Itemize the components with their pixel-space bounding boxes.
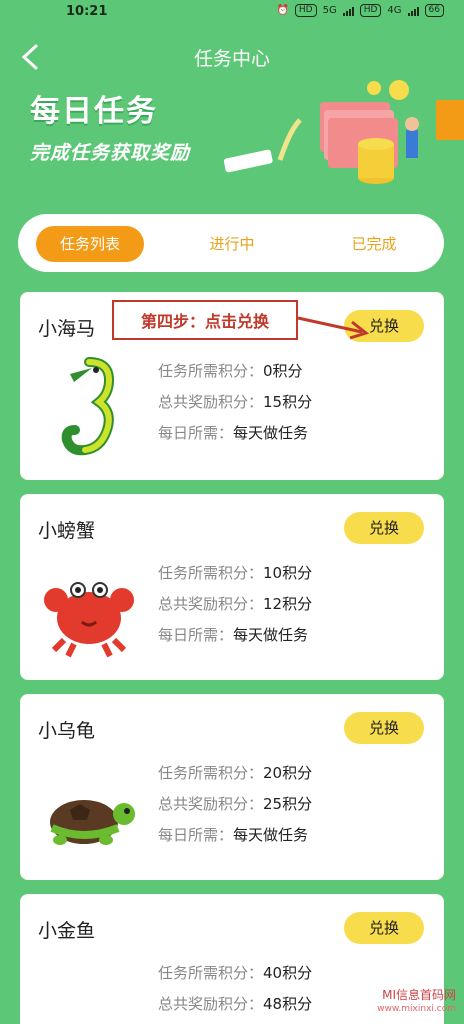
task-card: 小乌龟 兑换 任务所需积分：20积分 总共奖励积分：25积分 每日所需：每天做任… <box>20 694 444 880</box>
reward-label: 总共奖励积分： <box>158 995 264 1013</box>
reward-value: 25积分 <box>263 795 313 813</box>
battery-icon: 66 <box>424 4 444 17</box>
reward-label: 总共奖励积分： <box>158 595 264 613</box>
reward-label: 总共奖励积分： <box>158 795 264 813</box>
daily-value: 每天做任务 <box>233 424 309 442</box>
task-card: 小螃蟹 兑换 任务所需积分：10积分 总共奖励积分：12积分 每日所需：每天做任… <box>20 494 444 680</box>
task-name: 小海马 <box>38 318 96 340</box>
banner: 每日任务 完成任务获取奖励 <box>0 80 464 210</box>
crab-icon <box>44 582 134 658</box>
need-value: 20积分 <box>263 764 313 782</box>
tab-in-progress[interactable]: 进行中 <box>184 226 280 262</box>
signal-icon-2 <box>407 6 419 16</box>
daily-value: 每天做任务 <box>233 826 309 844</box>
redeem-button[interactable]: 兑换 <box>344 712 424 744</box>
redeem-button[interactable]: 兑换 <box>344 512 424 544</box>
daily-label: 每日所需： <box>158 826 234 844</box>
banner-subtitle: 完成任务获取奖励 <box>30 142 191 164</box>
step-annotation: 第四步：点击兑换 <box>112 300 298 340</box>
need-value: 40积分 <box>263 964 313 982</box>
network-5g-label: 5G <box>322 5 337 16</box>
status-bar: 10:21 ⏰ HD 5G HD 4G 66 <box>0 0 464 24</box>
need-label: 任务所需积分： <box>158 362 264 380</box>
tab-bar: 任务列表 进行中 已完成 <box>18 214 444 272</box>
tab-completed[interactable]: 已完成 <box>326 226 422 262</box>
task-name: 小金鱼 <box>38 920 96 942</box>
reward-label: 总共奖励积分： <box>158 393 264 411</box>
watermark-brand: MI信息首码网 <box>382 988 456 1002</box>
watermark: MI信息首码网 www.mixinxi.com <box>377 988 456 1016</box>
daily-label: 每日所需： <box>158 424 234 442</box>
need-value: 10积分 <box>263 564 313 582</box>
task-details: 任务所需积分：10积分 总共奖励积分：12积分 每日所需：每天做任务 <box>158 558 312 651</box>
task-details: 任务所需积分：0积分 总共奖励积分：15积分 每日所需：每天做任务 <box>158 356 312 449</box>
watermark-site: www.mixinxi.com <box>377 1004 456 1014</box>
turtle-icon <box>50 800 135 845</box>
daily-label: 每日所需： <box>158 626 234 644</box>
reward-value: 48积分 <box>263 995 313 1013</box>
banner-title: 每日任务 <box>30 94 158 129</box>
network-4g-label: 4G <box>387 5 402 16</box>
status-icons: ⏰ HD 5G HD 4G 66 <box>276 4 444 17</box>
task-details: 任务所需积分：20积分 总共奖励积分：25积分 每日所需：每天做任务 <box>158 758 312 851</box>
reward-value: 15积分 <box>263 393 313 411</box>
seahorse-icon <box>61 357 115 456</box>
need-label: 任务所需积分： <box>158 564 264 582</box>
need-label: 任务所需积分： <box>158 964 264 982</box>
hd-badge: HD <box>294 4 317 17</box>
task-name: 小螃蟹 <box>38 520 96 542</box>
hd-badge-2: HD <box>359 4 382 17</box>
goldfish-icon <box>34 956 144 1024</box>
daily-value: 每天做任务 <box>233 626 309 644</box>
redeem-button[interactable]: 兑换 <box>344 912 424 944</box>
need-value: 0积分 <box>263 362 303 380</box>
money-illustration <box>224 80 464 184</box>
signal-icon <box>342 6 354 16</box>
page-title: 任务中心 <box>193 48 270 70</box>
annotation-arrow-icon <box>297 316 370 340</box>
status-time: 10:21 <box>66 4 108 19</box>
need-label: 任务所需积分： <box>158 764 264 782</box>
tab-task-list[interactable]: 任务列表 <box>36 226 144 262</box>
reward-value: 12积分 <box>263 595 313 613</box>
alarm-icon: ⏰ <box>276 5 289 16</box>
task-name: 小乌龟 <box>38 720 96 742</box>
nav-bar: 任务中心 <box>0 34 464 80</box>
task-details: 任务所需积分：40积分 总共奖励积分：48积分 <box>158 958 312 1020</box>
